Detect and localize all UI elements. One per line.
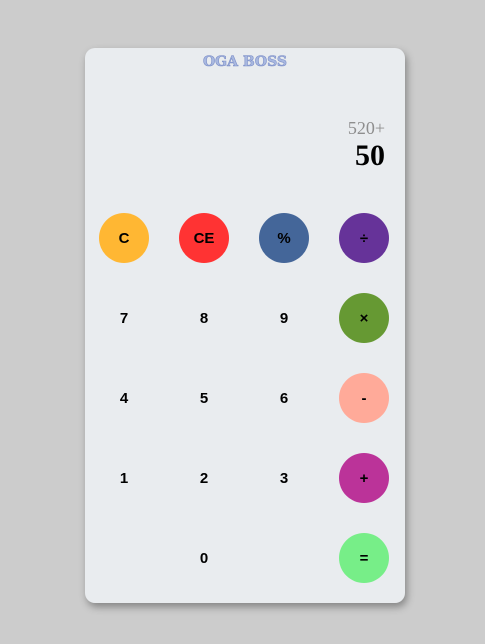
brand-title: OGA BOSS: [202, 54, 288, 71]
multiply-button[interactable]: ×: [339, 293, 389, 343]
digit-9-button[interactable]: 9: [259, 293, 309, 343]
expression-display: 520+: [347, 118, 385, 138]
plus-button[interactable]: +: [339, 453, 389, 503]
equals-button[interactable]: =: [339, 533, 389, 583]
calculator-panel: OGA BOSS 520+ 50 C CE % ÷ 7 8 9 × 4 5 6 …: [85, 48, 405, 603]
divide-button[interactable]: ÷: [339, 213, 389, 263]
digit-8-button[interactable]: 8: [179, 293, 229, 343]
clear-button[interactable]: C: [99, 213, 149, 263]
digit-0-button[interactable]: 0: [179, 533, 229, 583]
clear-entry-button[interactable]: CE: [179, 213, 229, 263]
minus-button[interactable]: -: [339, 373, 389, 423]
digit-5-button[interactable]: 5: [179, 373, 229, 423]
digit-4-button[interactable]: 4: [99, 373, 149, 423]
percent-button[interactable]: %: [259, 213, 309, 263]
digit-7-button[interactable]: 7: [99, 293, 149, 343]
digit-3-button[interactable]: 3: [259, 453, 309, 503]
digit-2-button[interactable]: 2: [179, 453, 229, 503]
digit-6-button[interactable]: 6: [259, 373, 309, 423]
digit-1-button[interactable]: 1: [99, 453, 149, 503]
result-display: 50: [355, 139, 385, 172]
